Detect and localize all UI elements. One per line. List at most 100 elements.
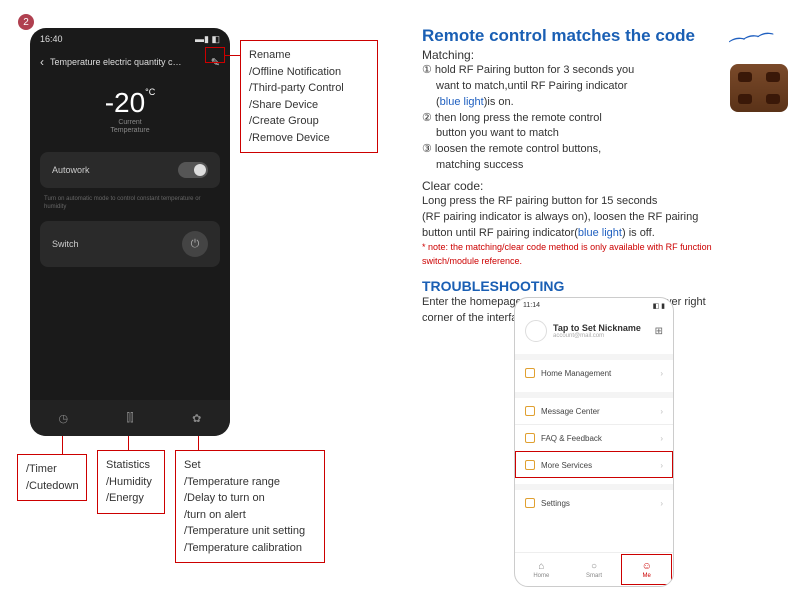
- connector-line: [62, 436, 63, 454]
- callout-line: /Temperature calibration: [184, 540, 316, 557]
- matching-step-1b: want to match,until RF Pairing indicator: [422, 79, 782, 94]
- status-bar-light: 11:14 ◧ ▮: [515, 298, 673, 314]
- chevron-right-icon: ›: [660, 461, 663, 470]
- account-sub: account@mail.com: [553, 333, 641, 339]
- matching-step-3b: matching success: [422, 158, 782, 173]
- row-label: Home Management: [541, 369, 611, 378]
- connector-line: [225, 55, 240, 56]
- matching-step-1: ① hold RF Pairing button for 3 seconds y…: [422, 63, 782, 78]
- settings-row-icon: [525, 498, 535, 508]
- autowork-label: Autowork: [52, 165, 90, 175]
- callout-line: /Third-party Control: [249, 80, 369, 97]
- row-settings[interactable]: Settings ›: [515, 484, 673, 516]
- edit-menu-callout: Rename /Offline Notification /Third-part…: [240, 40, 378, 153]
- autowork-hint: Turn on automatic mode to control consta…: [44, 196, 216, 212]
- switch-label: Switch: [52, 239, 79, 249]
- status-signal: ▬▮ ◧: [195, 34, 220, 45]
- connector-line: [128, 436, 129, 450]
- home-mgmt-icon: [525, 368, 535, 378]
- callout-line: /Delay to turn on: [184, 490, 316, 507]
- troubleshooting-heading: TROUBLESHOOTING: [422, 278, 782, 294]
- edit-icon-highlight: [205, 47, 225, 63]
- status-time-light: 11:14: [523, 302, 540, 310]
- tab-label: Me: [643, 573, 651, 579]
- autowork-toggle[interactable]: [178, 162, 208, 178]
- avatar-icon[interactable]: [525, 320, 547, 342]
- note-line-1: * note: the matching/clear code method i…: [422, 242, 782, 254]
- step-badge-2: 2: [18, 14, 34, 30]
- row-message-center[interactable]: Message Center›: [515, 392, 673, 424]
- chevron-right-icon: ›: [660, 499, 663, 508]
- row-home-management[interactable]: Home Management ›: [515, 354, 673, 386]
- home-icon: ⌂: [538, 561, 544, 572]
- callout-line: /Energy: [106, 490, 156, 507]
- temperature-display: -20°C Current Temperature: [30, 73, 230, 142]
- faq-icon: [525, 433, 535, 443]
- row-label: Settings: [541, 499, 570, 508]
- row-label: More Services: [541, 461, 592, 470]
- callout-line: /Timer: [26, 461, 78, 478]
- temp-label-2: Temperature: [30, 127, 230, 135]
- tab-label: Smart: [586, 573, 602, 579]
- callout-line: /Humidity: [106, 474, 156, 491]
- stats-tab[interactable]: ⫿⫿: [97, 400, 164, 436]
- matching-step-3: ③ loosen the remote control buttons,: [422, 142, 782, 157]
- more-services-icon: [525, 460, 535, 470]
- callout-line: /turn on alert: [184, 507, 316, 524]
- callout-line: Set: [184, 457, 316, 474]
- row-faq[interactable]: FAQ & Feedback ›: [515, 424, 673, 451]
- device-header: ‹ Temperature electric quantity c… ✎: [30, 51, 230, 73]
- callout-line: Statistics: [106, 457, 156, 474]
- autowork-row[interactable]: Autowork: [40, 152, 220, 188]
- message-icon: [525, 406, 535, 416]
- switch-row[interactable]: Switch ⏻: [40, 221, 220, 267]
- smart-icon: ○: [591, 561, 597, 572]
- scan-icon[interactable]: ⊞: [655, 326, 663, 337]
- callout-line: /Remove Device: [249, 130, 369, 147]
- clear-code-heading: Clear code:: [422, 179, 782, 193]
- temp-label-1: Current: [30, 119, 230, 127]
- tab-home[interactable]: ⌂Home: [515, 553, 568, 586]
- temp-unit: °C: [145, 87, 155, 97]
- clear-line-3: button until RF pairing indicator(blue l…: [422, 226, 782, 241]
- callout-line: Rename: [249, 47, 369, 64]
- row-label: Message Center: [541, 407, 600, 416]
- callout-line: /Offline Notification: [249, 64, 369, 81]
- instructions-column: Remote control matches the code Matching…: [422, 26, 782, 327]
- device-title: Temperature electric quantity c…: [50, 57, 205, 67]
- callout-line: /Create Group: [249, 113, 369, 130]
- matching-step-1c: (blue light)is on.: [422, 95, 782, 110]
- chevron-right-icon: ›: [660, 434, 663, 443]
- tab-label: Home: [533, 573, 549, 579]
- back-icon[interactable]: ‹: [40, 55, 44, 69]
- callout-line: /Share Device: [249, 97, 369, 114]
- matching-heading: Matching:: [422, 48, 782, 62]
- row-label: FAQ & Feedback: [541, 434, 602, 443]
- nickname-label: Tap to Set Nickname: [553, 323, 641, 333]
- tab-smart[interactable]: ○Smart: [568, 553, 621, 586]
- status-bar: 16:40 ▬▮ ◧: [30, 28, 230, 51]
- clear-line-1: Long press the RF pairing button for 15 …: [422, 194, 782, 209]
- callout-line: /Temperature range: [184, 474, 316, 491]
- row-more-services[interactable]: More Services ›: [515, 451, 673, 478]
- status-time: 16:40: [40, 34, 63, 45]
- set-callout: Set /Temperature range /Delay to turn on…: [175, 450, 325, 563]
- profile-header[interactable]: Tap to Set Nickname account@mail.com ⊞: [515, 314, 673, 348]
- power-icon[interactable]: ⏻: [182, 231, 208, 257]
- clear-line-2: (RF pairing indicator is always on), loo…: [422, 210, 782, 225]
- chevron-right-icon: ›: [660, 369, 663, 378]
- tab-me[interactable]: ☺Me: [620, 553, 673, 586]
- device-detail-phone: 16:40 ▬▮ ◧ ‹ Temperature electric quanti…: [30, 28, 230, 436]
- bottom-tabbar: ◷ ⫿⫿ ✿: [30, 400, 230, 436]
- connector-line: [198, 436, 199, 450]
- remote-title: Remote control matches the code: [422, 26, 782, 46]
- settings-tab[interactable]: ✿: [163, 400, 230, 436]
- callout-line: /Cutedown: [26, 478, 78, 495]
- timer-callout: /Timer /Cutedown: [17, 454, 87, 501]
- status-sig-light: ◧ ▮: [653, 302, 665, 310]
- timer-tab[interactable]: ◷: [30, 400, 97, 436]
- bottom-tabbar-light: ⌂Home ○Smart ☺Me: [515, 552, 673, 586]
- matching-step-2: ② then long press the remote control: [422, 111, 782, 126]
- app-me-phone: 11:14 ◧ ▮ Tap to Set Nickname account@ma…: [514, 297, 674, 587]
- temp-value: -20: [105, 87, 145, 118]
